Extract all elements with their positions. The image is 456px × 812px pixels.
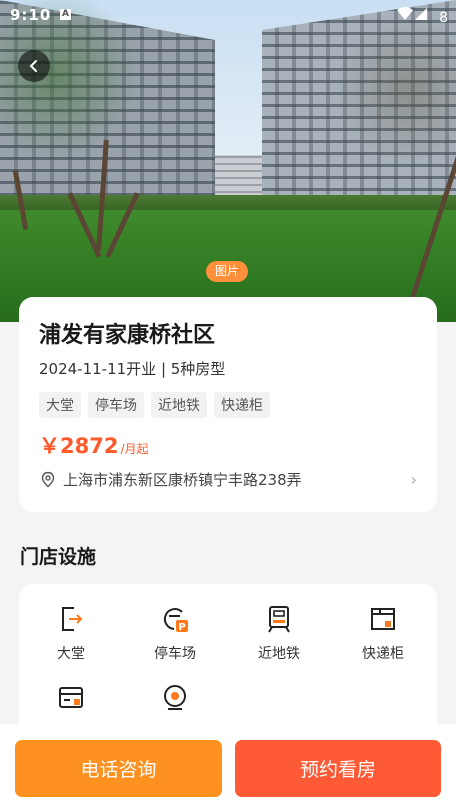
feature-tag: 停车场 — [88, 392, 144, 418]
address-row[interactable]: 上海市浦东新区康桥镇宁丰路238弄 › — [39, 469, 417, 490]
listing-info-card: 浦发有家康桥社区 2024-11-11开业 | 5种房型 大堂 停车场 近地铁 … — [19, 297, 437, 512]
parking-icon: P — [163, 608, 188, 633]
facility-label: 近地铁 — [258, 646, 300, 662]
feature-tags: 大堂 停车场 近地铁 快递柜 — [39, 392, 270, 418]
facilities-section-title: 门店设施 — [20, 546, 97, 568]
listing-subtitle: 2024-11-11开业 | 5种房型 — [39, 360, 226, 378]
status-bar: 9:10 A 8 — [0, 0, 456, 30]
location-pin-icon — [41, 471, 55, 487]
price-unit: /月起 — [120, 442, 149, 456]
battery-level: 8 — [439, 10, 448, 26]
status-icons: 8 — [395, 6, 448, 26]
facility-label: 停车场 — [154, 646, 196, 662]
parcel-locker-icon — [371, 608, 395, 630]
facility-item-subway: 近地铁 — [227, 604, 331, 663]
chevron-left-icon — [29, 60, 37, 72]
address-text: 上海市浦东新区康桥镇宁丰路238弄 — [63, 471, 302, 489]
facility-item-camera — [123, 683, 227, 713]
bottom-action-bar: 电话咨询 预约看房 — [0, 724, 456, 812]
subway-icon — [268, 606, 290, 633]
feature-tag: 近地铁 — [151, 392, 207, 418]
book-viewing-button[interactable]: 预约看房 — [235, 740, 441, 797]
facility-item-lobby: 大堂 — [19, 604, 123, 663]
photo-tab[interactable]: 图片 — [206, 261, 249, 282]
hero-photo[interactable]: 9:10 A 8 图片 — [0, 0, 456, 322]
back-button[interactable] — [18, 50, 50, 82]
feature-tag: 大堂 — [39, 392, 81, 418]
facility-item-parking: P 停车场 — [123, 604, 227, 663]
facility-label: 大堂 — [57, 646, 85, 662]
price-amount: ￥2872 — [39, 434, 119, 458]
camera-icon — [164, 685, 186, 710]
feature-tag: 快递柜 — [214, 392, 270, 418]
facility-item-card — [19, 683, 123, 713]
facility-item-parcel-locker: 快递柜 — [331, 604, 435, 663]
price: ￥2872/月起 — [39, 430, 149, 460]
status-time: 9:10 — [10, 6, 52, 24]
card-icon — [59, 687, 83, 708]
svg-text:P: P — [178, 622, 185, 633]
status-notification-icon: A — [60, 9, 71, 20]
listing-title: 浦发有家康桥社区 — [39, 323, 216, 348]
facility-label: 快递柜 — [362, 646, 404, 662]
facilities-card: 大堂 P 停车场 近地铁 快递柜 — [19, 584, 437, 744]
chevron-right-icon: › — [410, 470, 417, 489]
signal-icon — [396, 7, 427, 20]
lobby-icon — [62, 607, 83, 631]
call-consult-button[interactable]: 电话咨询 — [15, 740, 222, 797]
